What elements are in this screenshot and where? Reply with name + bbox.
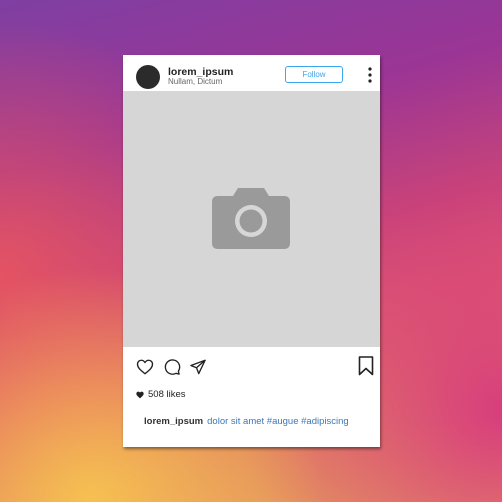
caption-text: dolor sit amet #augue #adipiscing	[207, 416, 349, 427]
caption-username[interactable]: lorem_ipsum	[144, 416, 203, 427]
more-vertical-icon[interactable]	[367, 67, 373, 83]
follow-button[interactable]: Follow	[285, 66, 343, 83]
comment-icon[interactable]	[163, 358, 181, 376]
post-card: lorem_ipsum Nullam, Dictum Follow 508 li…	[123, 55, 380, 447]
bookmark-icon[interactable]	[358, 356, 374, 376]
send-icon[interactable]	[189, 358, 207, 376]
heart-filled-icon	[136, 391, 144, 399]
camera-icon	[212, 188, 290, 249]
heart-icon[interactable]	[136, 358, 154, 376]
post-caption: lorem_ipsum dolor sit amet #augue #adipis…	[144, 415, 349, 428]
likes-text: 508 likes	[148, 389, 186, 400]
post-header: lorem_ipsum Nullam, Dictum Follow	[123, 55, 380, 91]
avatar[interactable]	[136, 65, 160, 89]
post-photo-placeholder[interactable]	[123, 91, 380, 347]
post-location[interactable]: Nullam, Dictum	[168, 77, 222, 86]
